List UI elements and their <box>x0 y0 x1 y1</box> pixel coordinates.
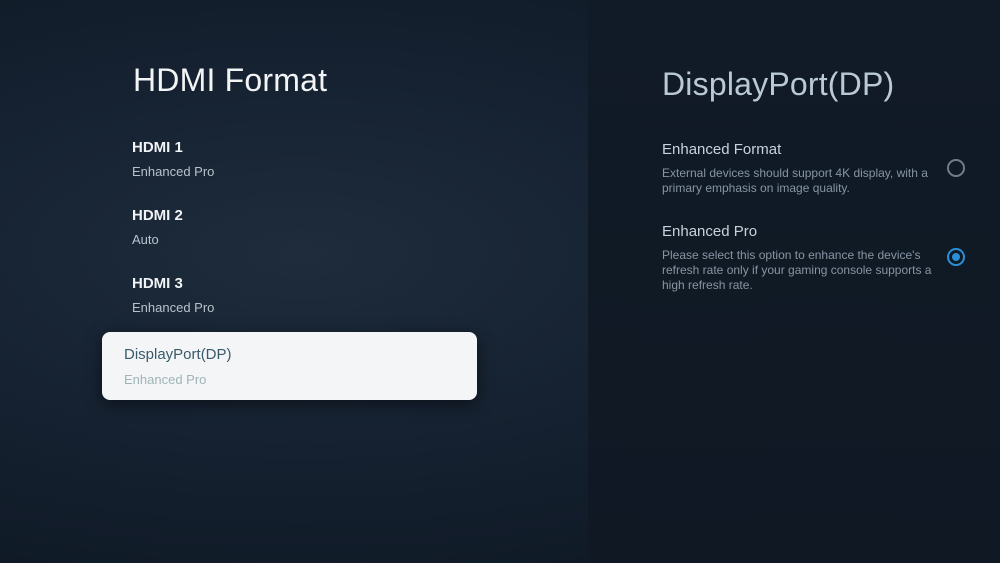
page-title: HDMI Format <box>133 62 328 98</box>
menu-item-value: Enhanced Pro <box>132 300 215 315</box>
menu-item-hdmi-3[interactable]: HDMI 3 Enhanced Pro <box>102 264 477 332</box>
menu-item-label: HDMI 2 <box>132 207 183 224</box>
option-enhanced-format[interactable]: Enhanced Format External devices should … <box>662 141 982 196</box>
menu-item-label: HDMI 1 <box>132 139 183 156</box>
menu-item-hdmi-2[interactable]: HDMI 2 Auto <box>102 196 477 264</box>
option-enhanced-pro[interactable]: Enhanced Pro Please select this option t… <box>662 223 982 293</box>
hdmi-format-panel: HDMI Format HDMI 1 Enhanced Pro HDMI 2 A… <box>0 0 588 563</box>
option-description: External devices should support 4K displ… <box>662 166 928 195</box>
option-title: Enhanced Pro <box>662 223 758 240</box>
radio-dot-icon <box>952 253 960 261</box>
menu-item-value: Auto <box>132 232 159 247</box>
menu-item-label: HDMI 3 <box>132 275 183 292</box>
option-description: Please select this option to enhance the… <box>662 248 932 292</box>
input-list: HDMI 1 Enhanced Pro HDMI 2 Auto HDMI 3 E… <box>102 128 477 400</box>
menu-item-hdmi-1[interactable]: HDMI 1 Enhanced Pro <box>102 128 477 196</box>
detail-title: DisplayPort(DP) <box>662 66 895 102</box>
menu-item-value: Enhanced Pro <box>132 164 215 179</box>
menu-item-label: DisplayPort(DP) <box>124 346 232 363</box>
option-title: Enhanced Format <box>662 141 782 158</box>
menu-item-value: Enhanced Pro <box>124 372 207 387</box>
radio-checked-icon[interactable] <box>947 248 965 266</box>
radio-unchecked-icon[interactable] <box>947 159 965 177</box>
menu-item-displayport[interactable]: DisplayPort(DP) Enhanced Pro <box>102 332 477 400</box>
